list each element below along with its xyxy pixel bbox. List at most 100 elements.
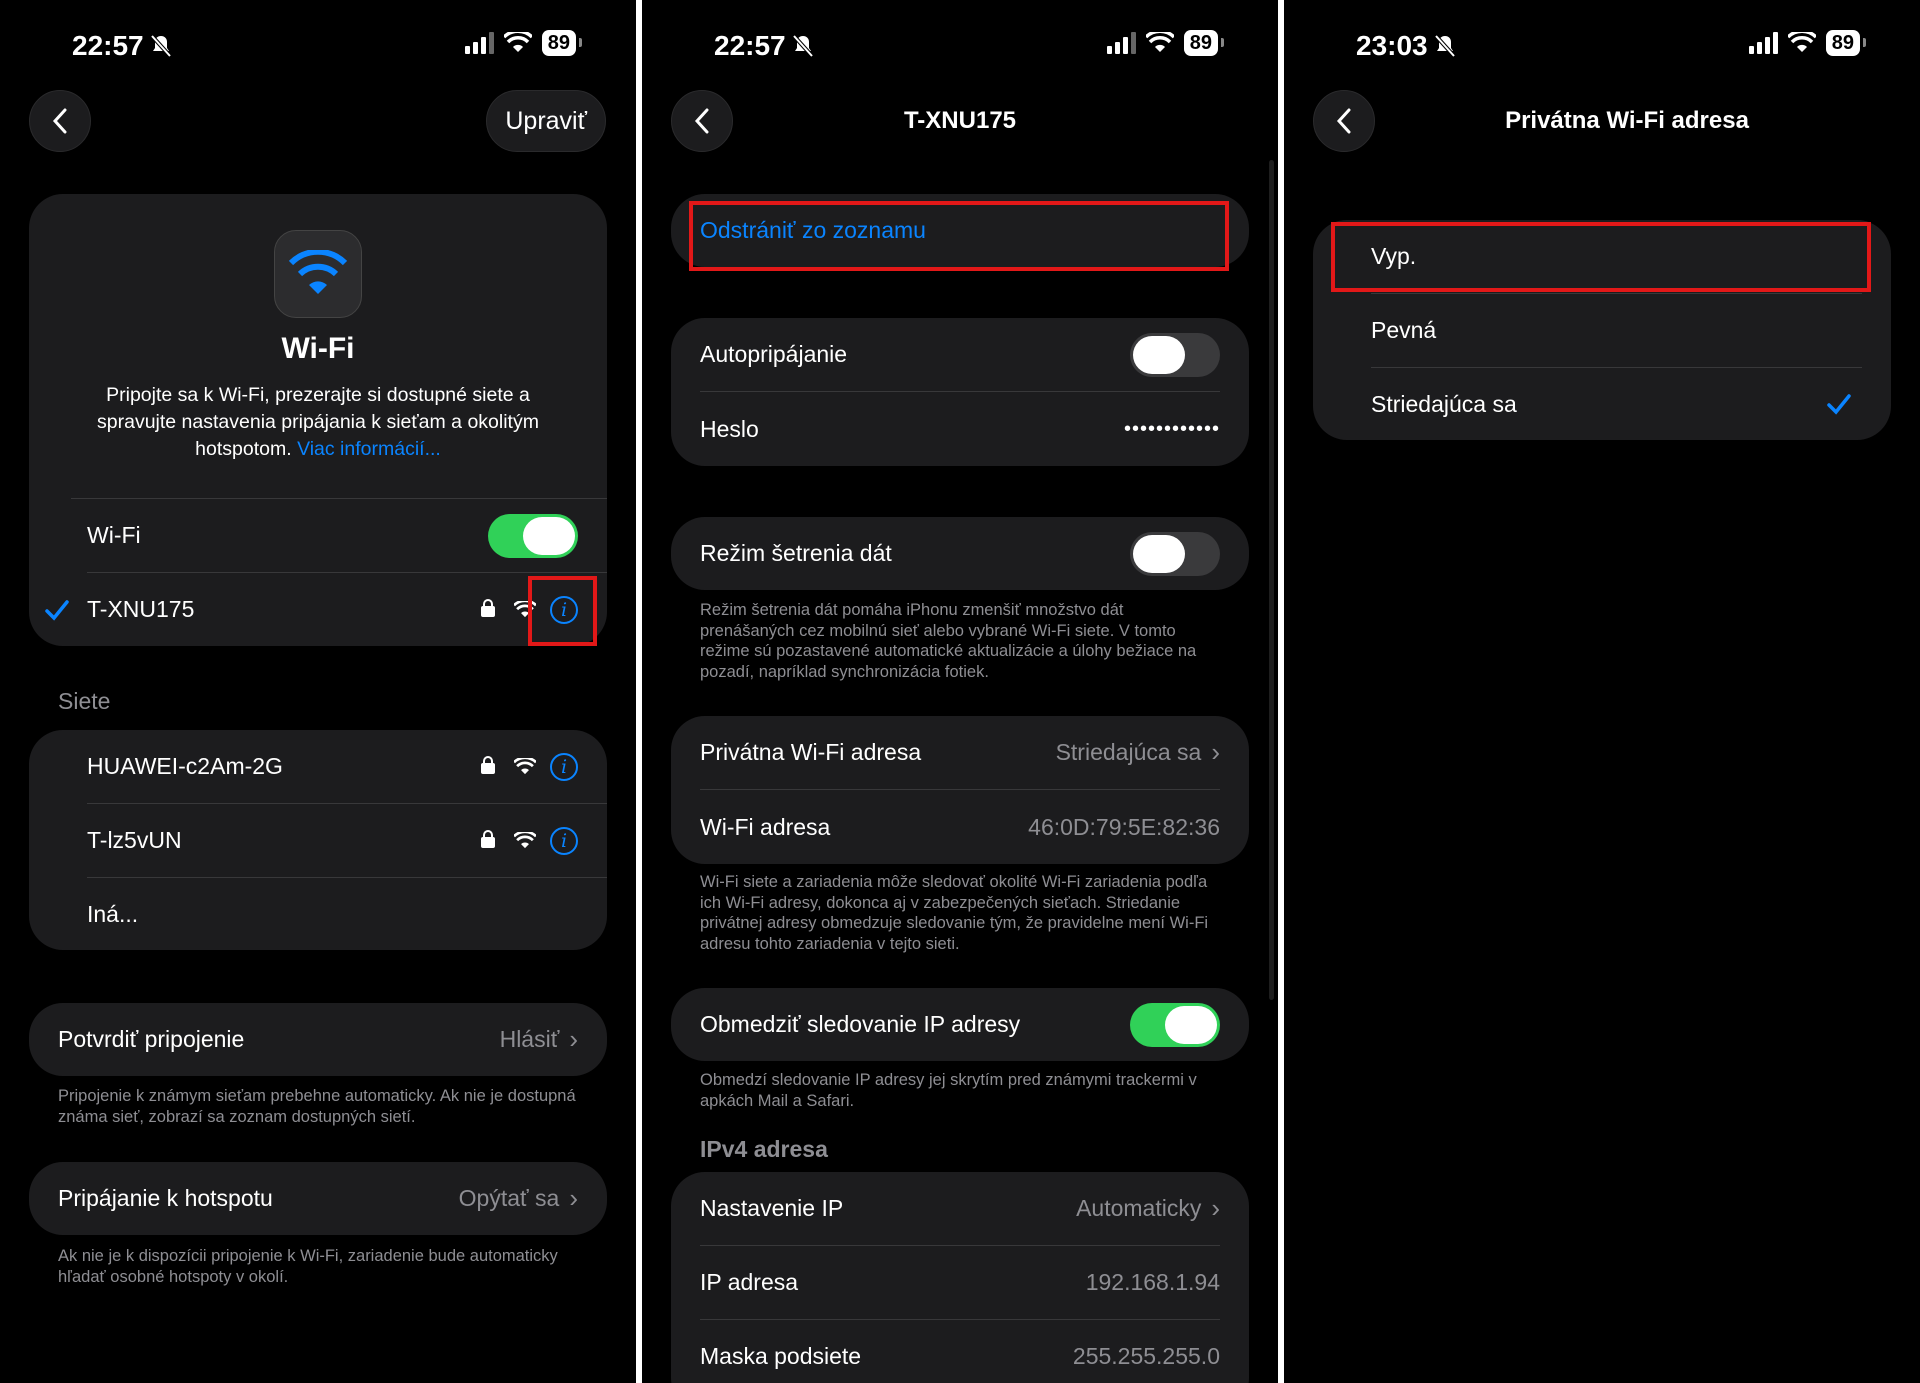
silent-bell-icon bbox=[150, 34, 172, 58]
back-button[interactable] bbox=[1313, 90, 1375, 152]
option-row-rotating[interactable]: Striedajúca sa bbox=[1313, 368, 1891, 440]
configure-ip-row[interactable]: Nastavenie IP Automaticky › bbox=[671, 1172, 1249, 1245]
chevron-left-icon bbox=[52, 108, 67, 134]
wifi-signal-icon bbox=[514, 831, 536, 848]
status-time-text: 23:03 bbox=[1356, 30, 1428, 61]
wifi-title: Wi-Fi bbox=[281, 332, 355, 365]
status-time: 22:57 bbox=[72, 30, 172, 62]
subnet-mask-value: 255.255.255.0 bbox=[1072, 1343, 1220, 1369]
status-time: 22:57 bbox=[714, 30, 814, 62]
auto-join-toggle[interactable] bbox=[1130, 332, 1220, 377]
wifi-app-icon bbox=[274, 230, 362, 318]
option-label: Pevná bbox=[1371, 317, 1437, 343]
option-row-fixed[interactable]: Pevná bbox=[1313, 294, 1891, 367]
hotspot-row[interactable]: Pripájanie k hotspotu Opýtať sa › bbox=[29, 1162, 607, 1235]
address-card: Privátna Wi-Fi adresa Striedajúca sa › W… bbox=[671, 716, 1249, 864]
off-option-highlight bbox=[1331, 222, 1871, 292]
ipv4-card: Nastavenie IP Automaticky › IP adresa 19… bbox=[671, 1172, 1249, 1383]
configure-ip-label: Nastavenie IP bbox=[700, 1195, 844, 1221]
wifi-signal-icon bbox=[514, 757, 536, 774]
status-icons: 89 bbox=[1106, 30, 1225, 56]
wifi-toggle[interactable] bbox=[488, 513, 578, 558]
back-button[interactable] bbox=[671, 90, 733, 152]
ask-to-join-value: Hlásiť bbox=[499, 1026, 560, 1052]
auto-join-label: Autopripájanie bbox=[700, 341, 848, 367]
password-row[interactable]: Heslo •••••••••••• bbox=[671, 392, 1249, 466]
network-info-button[interactable]: i bbox=[550, 826, 578, 855]
hotspot-label: Pripájanie k hotspotu bbox=[58, 1185, 273, 1211]
status-icons: 89 bbox=[464, 30, 583, 56]
networks-list: HUAWEI-c2Am-2G i T-lz5vUN i Iná... bbox=[29, 730, 607, 950]
low-data-toggle[interactable] bbox=[1130, 531, 1220, 576]
hotspot-footer: Ak nie je k dispozícii pripojenie k Wi-F… bbox=[58, 1247, 558, 1286]
limit-ip-footer: Obmedzí sledovanie IP adresy jej skrytím… bbox=[700, 1071, 1197, 1110]
network-info-button[interactable]: i bbox=[550, 752, 578, 781]
page-title: Privátna Wi-Fi adresa bbox=[1505, 107, 1749, 134]
network-row[interactable]: HUAWEI-c2Am-2G i bbox=[29, 730, 607, 803]
ask-to-join-row[interactable]: Potvrdiť pripojenie Hlásiť › bbox=[29, 1003, 607, 1076]
lock-icon bbox=[481, 598, 495, 621]
more-info-link[interactable]: Viac informácií... bbox=[297, 438, 441, 460]
password-value: •••••••••••• bbox=[1123, 417, 1220, 440]
wifi-toggle-row: Wi-Fi bbox=[29, 499, 607, 572]
connected-network-row[interactable]: T-XNU175 i bbox=[29, 573, 607, 646]
wifi-status-icon bbox=[503, 32, 532, 52]
private-address-footer: Wi-Fi siete a zariadenia môže sledovať o… bbox=[700, 873, 1209, 953]
limit-ip-label: Obmedziť sledovanie IP adresy bbox=[700, 1011, 1021, 1037]
ip-address-value: 192.168.1.94 bbox=[1085, 1269, 1220, 1295]
low-data-footer: Režim šetrenia dát pomáha iPhonu zmenšiť… bbox=[700, 601, 1197, 681]
network-detail-screen: 22:57 89 T-XNU175 Odstrániť zo zoznamu A… bbox=[642, 0, 1278, 1383]
network-name: HUAWEI-c2Am-2G bbox=[87, 753, 283, 779]
wifi-address-label: Wi-Fi adresa bbox=[700, 813, 831, 840]
private-address-row[interactable]: Privátna Wi-Fi adresa Striedajúca sa › bbox=[671, 716, 1249, 789]
wifi-logo-icon bbox=[288, 250, 348, 294]
back-button[interactable] bbox=[29, 90, 91, 152]
limit-ip-toggle[interactable] bbox=[1130, 1002, 1220, 1047]
ask-to-join-label: Potvrdiť pripojenie bbox=[58, 1026, 245, 1052]
battery-icon: 89 bbox=[541, 30, 583, 56]
ip-address-label: IP adresa bbox=[700, 1269, 799, 1295]
status-time: 23:03 bbox=[1356, 30, 1456, 62]
cellular-signal-icon bbox=[1748, 32, 1778, 54]
forget-highlight bbox=[689, 201, 1229, 271]
low-data-card: Režim šetrenia dát bbox=[671, 517, 1249, 590]
other-network-label: Iná... bbox=[87, 900, 139, 927]
password-label: Heslo bbox=[700, 415, 759, 442]
option-label: Striedajúca sa bbox=[1371, 390, 1517, 417]
ask-to-join-footer: Pripojenie k známym sieťam prebehne auto… bbox=[58, 1087, 576, 1126]
cellular-signal-icon bbox=[464, 32, 494, 54]
info-button-highlight bbox=[528, 576, 597, 646]
silent-bell-icon bbox=[792, 34, 814, 58]
wifi-address-value: 46:0D:79:5E:82:36 bbox=[1028, 813, 1220, 840]
ipv4-header: IPv4 adresa bbox=[700, 1136, 828, 1162]
join-settings-card: Autopripájanie Heslo •••••••••••• bbox=[671, 318, 1249, 466]
limit-ip-card: Obmedziť sledovanie IP adresy bbox=[671, 988, 1249, 1061]
auto-join-row: Autopripájanie bbox=[671, 318, 1249, 391]
subnet-mask-label: Maska podsiete bbox=[700, 1343, 862, 1369]
checkmark-icon bbox=[1827, 394, 1851, 415]
configure-ip-value: Automaticky bbox=[1076, 1195, 1202, 1221]
subnet-mask-row: Maska podsiete 255.255.255.0 bbox=[671, 1320, 1249, 1383]
network-row[interactable]: T-lz5vUN i bbox=[29, 804, 607, 877]
wifi-status-icon bbox=[1787, 32, 1816, 52]
wifi-status-icon bbox=[1145, 32, 1174, 52]
chevron-right-icon: › bbox=[1211, 1193, 1220, 1223]
lock-icon bbox=[481, 829, 495, 852]
networks-header: Siete bbox=[58, 688, 111, 714]
ask-to-join-card[interactable]: Potvrdiť pripojenie Hlásiť › bbox=[29, 1003, 607, 1076]
chevron-left-icon bbox=[694, 108, 709, 134]
wifi-toggle-label: Wi-Fi bbox=[87, 522, 141, 548]
wifi-description: Pripojte sa k Wi-Fi, prezerajte si dostu… bbox=[69, 382, 567, 463]
low-data-label: Režim šetrenia dát bbox=[700, 540, 892, 566]
cellular-signal-icon bbox=[1106, 32, 1136, 54]
limit-ip-row: Obmedziť sledovanie IP adresy bbox=[671, 988, 1249, 1061]
wifi-address-row: Wi-Fi adresa 46:0D:79:5E:82:36 bbox=[671, 790, 1249, 864]
other-network-row[interactable]: Iná... bbox=[29, 878, 607, 950]
edit-button[interactable]: Upraviť bbox=[486, 90, 606, 152]
private-address-screen: 23:03 89 Privátna Wi-Fi adresa Vyp. Pevn… bbox=[1284, 0, 1920, 1383]
hotspot-card[interactable]: Pripájanie k hotspotu Opýtať sa › bbox=[29, 1162, 607, 1235]
battery-icon: 89 bbox=[1183, 30, 1225, 56]
scrollbar[interactable] bbox=[1269, 160, 1274, 1000]
battery-icon: 89 bbox=[1825, 30, 1867, 56]
wifi-settings-screen: 22:57 89 Upraviť Wi-Fi Pripojte sa k Wi-… bbox=[0, 0, 636, 1383]
